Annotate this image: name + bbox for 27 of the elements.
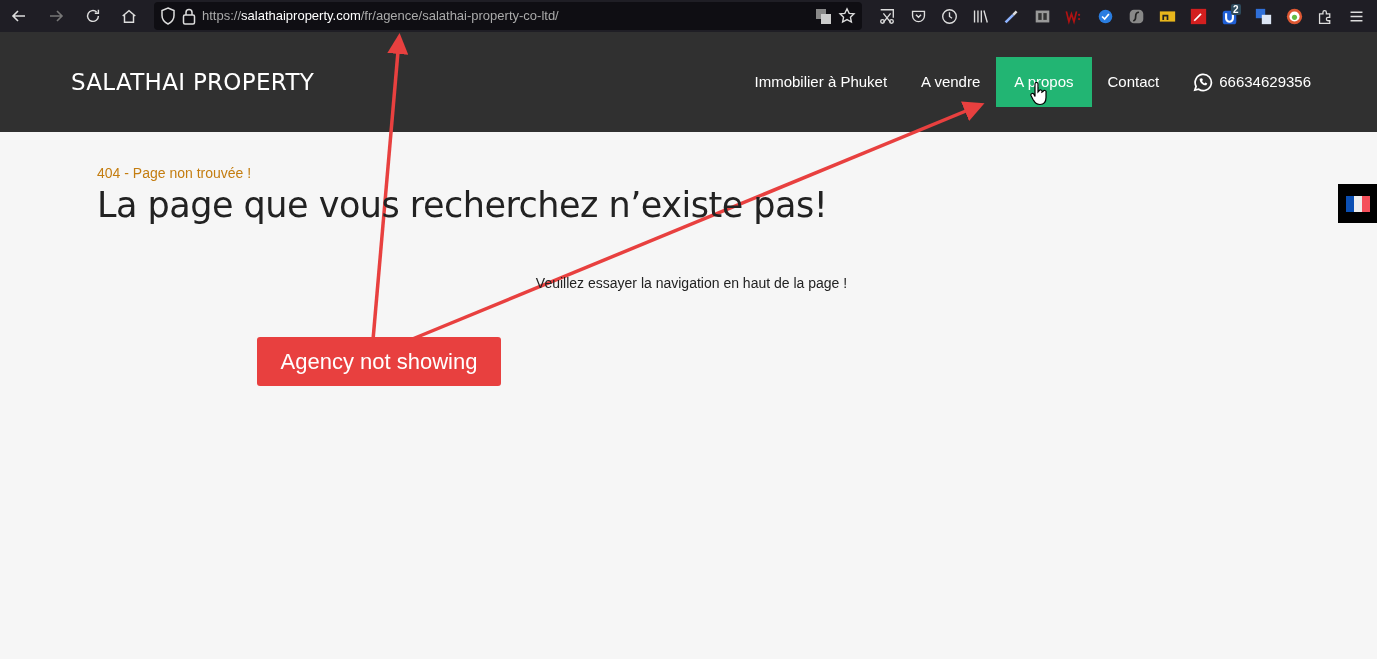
clock-icon[interactable] <box>941 7 958 25</box>
notification-badge: 2 <box>1231 4 1241 15</box>
library-icon[interactable] <box>972 7 989 25</box>
site-logo[interactable]: SALATHAI PROPERTY <box>71 64 315 100</box>
whatsapp-icon <box>1192 71 1214 93</box>
screenshot-icon[interactable] <box>878 7 896 25</box>
duck-icon[interactable] <box>1286 7 1303 25</box>
shield-icon[interactable] <box>160 7 176 25</box>
flag-icon <box>1345 195 1370 212</box>
reload-icon[interactable] <box>84 7 102 25</box>
phone-link[interactable]: 66634629356 <box>1219 70 1311 94</box>
error-code: 404 - Page non trouvée ! <box>97 164 253 183</box>
home-icon[interactable] <box>120 7 138 25</box>
star-icon[interactable] <box>838 7 856 25</box>
nav-link[interactable]: A vendre <box>904 57 998 107</box>
nav-link[interactable]: Immobilier à Phuket <box>737 57 905 107</box>
annotation-label: Agency not showing <box>257 337 501 386</box>
nav-link[interactable]: Contact <box>1090 57 1177 107</box>
translate-icon[interactable] <box>1255 7 1272 25</box>
checkmark-icon[interactable] <box>1097 7 1114 25</box>
wand-icon[interactable] <box>1190 7 1207 25</box>
address-bar[interactable]: https://salathaiproperty.com/fr/agence/salathai-property-co-ltd/ <box>154 2 862 30</box>
language-button[interactable] <box>1338 184 1377 223</box>
lock-icon <box>182 7 196 25</box>
extension-icon[interactable] <box>1128 7 1145 25</box>
url-text: https://salathaiproperty.com/fr/agence/salathai-property-co-ltd/ <box>202 7 559 26</box>
translate-icon[interactable] <box>815 7 832 25</box>
